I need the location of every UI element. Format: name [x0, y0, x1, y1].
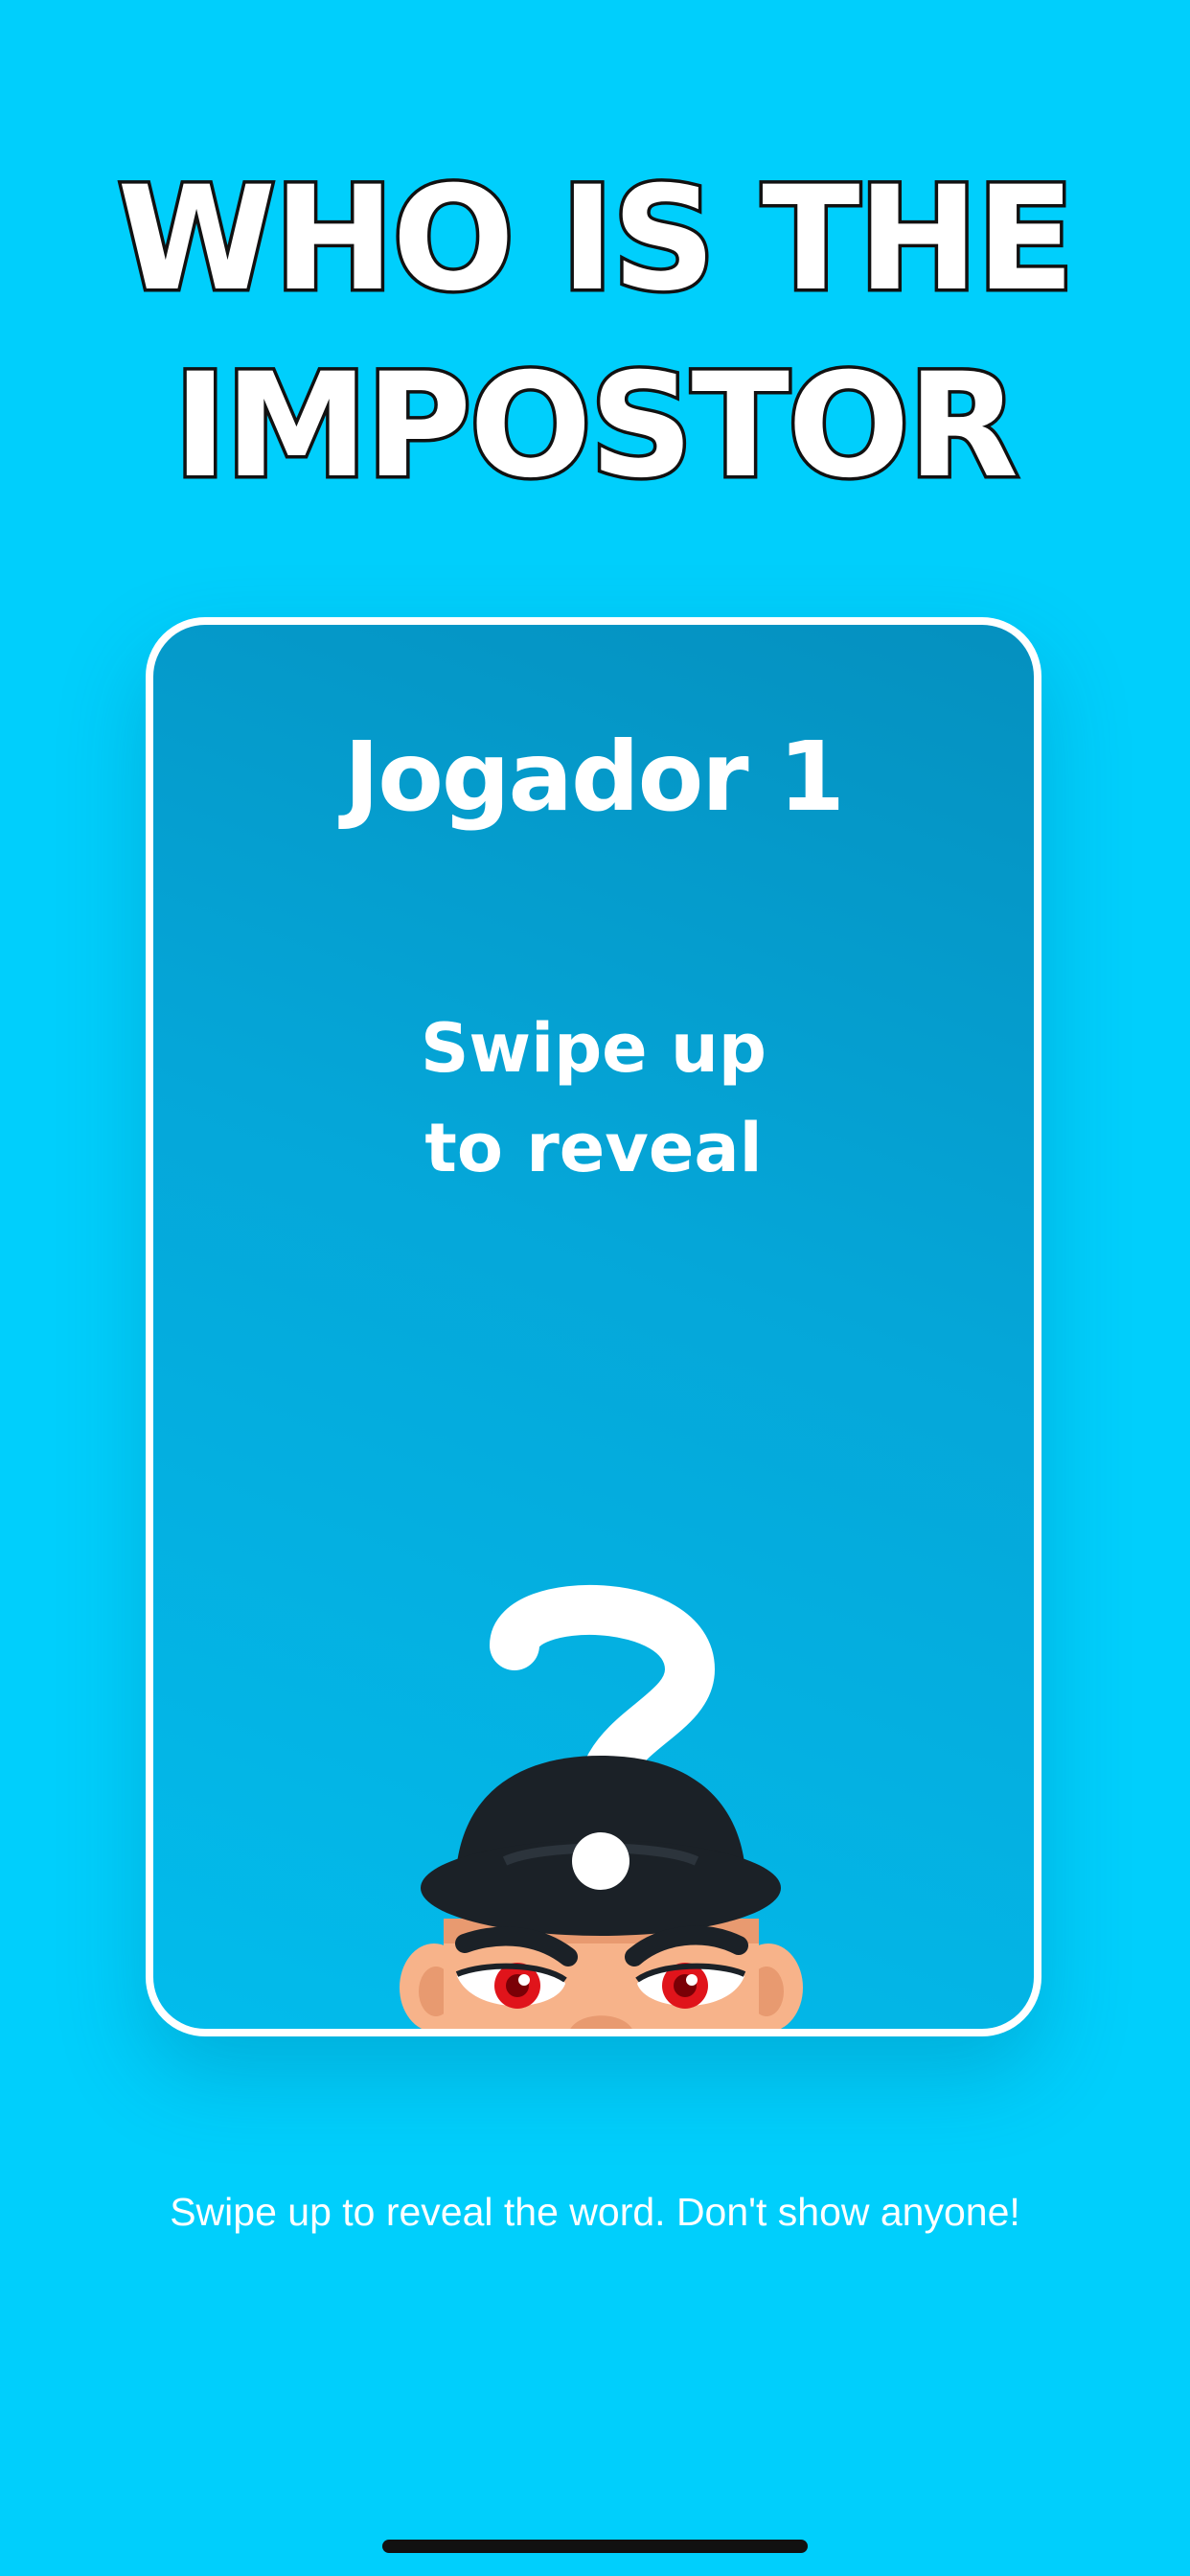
home-indicator[interactable] — [382, 2540, 808, 2553]
game-title-line-1: WHO IS THE — [114, 156, 1078, 323]
reveal-screen: WHO IS THE IMPOSTOR Jogador 1 Swipe up t… — [0, 0, 1190, 2576]
swipe-up-prompt: Swipe up to reveal — [421, 1009, 767, 1187]
game-title-line-2: IMPOSTOR — [171, 343, 1022, 510]
reveal-instructions: Swipe up to reveal the word. Don't show … — [170, 2190, 1020, 2234]
player-reveal-card[interactable]: Jogador 1 Swipe up to reveal — [146, 617, 1041, 2036]
player-name: Jogador 1 — [344, 721, 845, 833]
impostor-character-icon — [400, 1584, 803, 2029]
